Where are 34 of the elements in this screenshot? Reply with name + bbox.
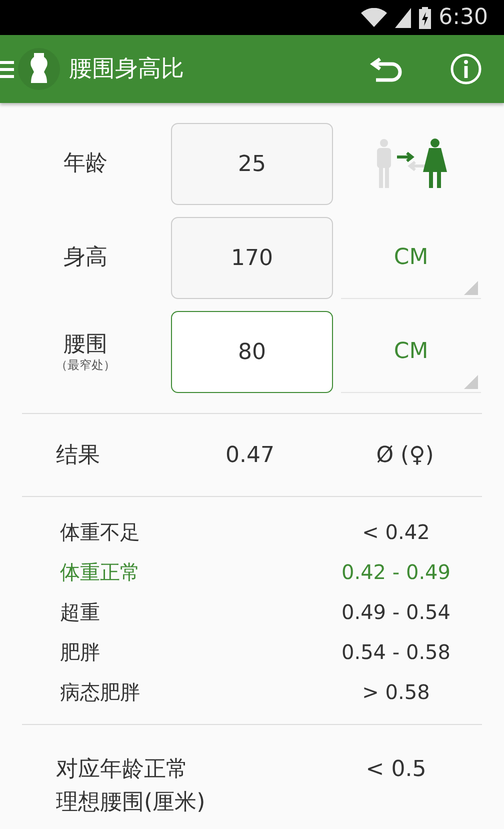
category-label: 病态肥胖 (60, 679, 141, 706)
input-field[interactable]: 80 (171, 311, 333, 393)
battery-icon (418, 6, 431, 28)
unit-dropdown[interactable]: CM (341, 311, 481, 393)
info-icon[interactable] (450, 53, 482, 85)
category-range: < 0.42 (361, 519, 431, 546)
result-label: 结果 (55, 442, 101, 470)
field-hint: （最窄处） (54, 358, 116, 372)
field-label: 身高 (62, 244, 108, 272)
menu-icon[interactable] (0, 60, 14, 78)
ideal-waist-label: 对应年龄正常 (56, 756, 189, 784)
wifi-icon (360, 8, 387, 28)
result-note: Ø (♀) (375, 442, 435, 470)
undo-icon[interactable] (370, 56, 402, 82)
category-range: > 0.58 (361, 679, 431, 706)
category-range: 0.49 - 0.54 (340, 599, 452, 626)
signal-icon (394, 8, 411, 28)
status-time: 6:30 (438, 4, 488, 32)
category-label: 体重正常 (60, 559, 141, 586)
category-label: 体重不足 (60, 519, 141, 546)
field-label: 腰围 (62, 332, 108, 358)
category-label: 超重 (60, 599, 101, 626)
input-field[interactable]: 25 (171, 123, 333, 205)
ideal-ratio: < 0.5 (364, 756, 428, 784)
dress-form-icon (17, 47, 61, 91)
input-field[interactable]: 170 (171, 217, 333, 299)
result-value: 0.47 (224, 442, 276, 470)
unit-dropdown[interactable]: CM (341, 217, 481, 299)
ideal-waist-label: 理想腰围(厘米) (56, 789, 206, 817)
app-title: 腰围身高比 (69, 54, 184, 84)
field-label: 年龄 (62, 150, 108, 178)
category-range: 0.42 - 0.49 (340, 559, 452, 586)
category-label: 肥胖 (60, 639, 101, 666)
category-range: 0.54 - 0.58 (340, 639, 452, 666)
